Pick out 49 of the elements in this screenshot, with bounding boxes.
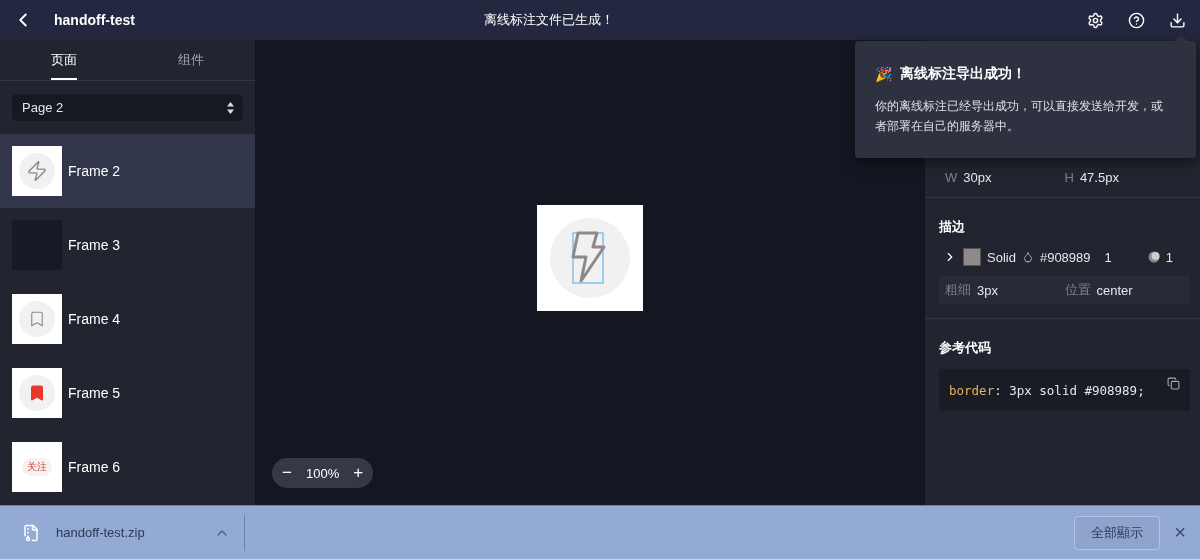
file-name[interactable]: handoff-test.zip xyxy=(56,525,214,540)
page-select[interactable]: Page 2 xyxy=(12,94,243,121)
zoom-out-button[interactable]: − xyxy=(280,463,294,483)
zoom-level: 100% xyxy=(305,465,340,481)
size-value: 30px xyxy=(963,170,992,185)
position-value: center xyxy=(1096,282,1133,298)
show-all-button[interactable]: 全部顯示 xyxy=(1074,515,1161,550)
fill-type: Solid xyxy=(987,249,1016,265)
weight-value: 3px xyxy=(977,282,998,298)
bookmark-icon xyxy=(28,384,46,402)
sort-arrows-icon xyxy=(227,101,234,114)
close-button[interactable]: × xyxy=(1174,521,1186,544)
droplet-icon xyxy=(1021,251,1034,263)
color-hex: #908989 xyxy=(1039,249,1091,265)
lightning-icon xyxy=(26,160,48,182)
opacity-value: 1 xyxy=(1104,249,1112,265)
sidebar-tab[interactable]: 组件 xyxy=(127,40,255,80)
size-value: 47.5px xyxy=(1079,170,1119,185)
popover-title: 离线标注导出成功！ xyxy=(900,65,1026,83)
frame-item[interactable]: Frame 3 xyxy=(0,208,255,282)
frame-item[interactable]: Frame 4 xyxy=(0,282,255,356)
settings-icon xyxy=(1087,11,1104,29)
size-label: H xyxy=(1064,170,1074,185)
copy-icon[interactable] xyxy=(1167,377,1180,390)
party-emoji: 🎉 xyxy=(875,66,892,82)
zoom-in-button[interactable]: + xyxy=(351,463,366,483)
frame-item[interactable]: Frame 2 xyxy=(0,134,255,208)
help-icon xyxy=(1128,11,1145,29)
sidebar-tab[interactable]: 页面 xyxy=(0,40,128,80)
layers-icon xyxy=(1147,251,1160,263)
section-title: 描边 xyxy=(939,218,966,236)
weight-label: 粗细 xyxy=(945,281,971,299)
popover-message: 你的离线标注已经导出成功，可以直接发送给开发，或者部署在自己的服务器中。 xyxy=(875,98,1164,135)
stroke-count: 1 xyxy=(1165,249,1173,265)
position-label: 位置 xyxy=(1064,281,1091,299)
code-line: border: 3px solid #908989; xyxy=(949,382,1145,398)
frame-item[interactable]: Frame 5 xyxy=(0,356,255,430)
settings-button[interactable] xyxy=(1087,11,1104,29)
size-label: W xyxy=(945,170,958,185)
section-title: 参考代码 xyxy=(939,339,992,357)
zip-file-icon xyxy=(22,523,40,542)
frame-item[interactable]: 关注 Frame 6 xyxy=(0,430,255,504)
help-button[interactable] xyxy=(1128,11,1145,29)
bookmark-icon xyxy=(28,310,46,328)
project-title: handoff-test xyxy=(54,12,136,28)
download-button[interactable] xyxy=(1169,11,1186,29)
download-icon xyxy=(1169,11,1186,29)
tag-label: 关注 xyxy=(22,458,52,476)
status-message: 离线标注文件已生成！ xyxy=(484,11,615,29)
